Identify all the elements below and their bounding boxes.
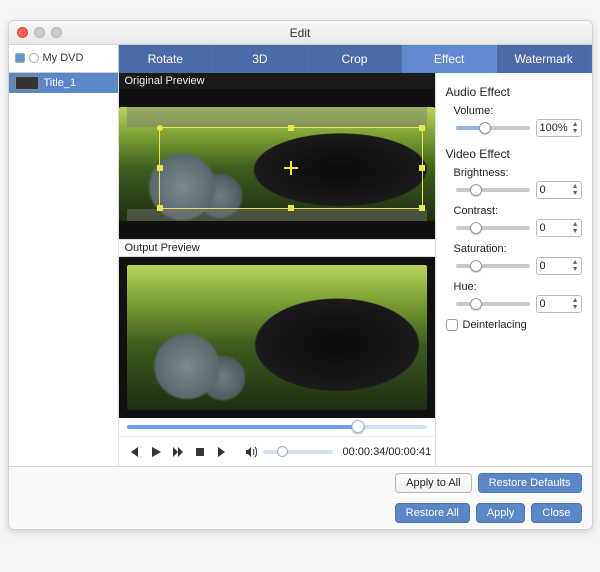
title-sidebar: Title_1 [9,73,119,466]
disc-label: My DVD [43,52,84,64]
contrast-spin[interactable]: 0▲▼ [536,219,582,237]
tab-3d[interactable]: 3D [213,45,308,73]
tab-effect[interactable]: Effect [402,45,497,73]
stop-button[interactable] [193,445,207,459]
effects-panel: Audio Effect Volume: 100%▲▼ Video Effect… [435,73,592,466]
edit-window: Edit My DVD Rotate 3D Crop Effect Waterm… [8,20,593,530]
volume-label: Volume: [454,105,582,117]
restore-defaults-button[interactable]: Restore Defaults [478,473,582,493]
disc-selector[interactable]: My DVD [9,44,119,73]
hue-slider[interactable] [456,302,530,306]
minimize-window-icon [34,27,45,38]
saturation-spin[interactable]: 0▲▼ [536,257,582,275]
radio-icon [29,53,39,63]
tab-rotate[interactable]: Rotate [119,45,214,73]
seek-slider[interactable] [127,425,427,429]
apply-to-all-button[interactable]: Apply to All [395,473,471,493]
brightness-slider[interactable] [456,188,530,192]
preview-column: Original Preview Output Preview [119,73,435,466]
close-window-icon[interactable] [17,27,28,38]
tab-bar: My DVD Rotate 3D Crop Effect Watermark [9,45,592,73]
window-title: Edit [9,26,592,40]
apply-button[interactable]: Apply [476,503,526,523]
saturation-slider[interactable] [456,264,530,268]
title-thumbnail-icon [15,76,39,90]
play-button[interactable] [149,445,163,459]
close-button[interactable]: Close [531,503,581,523]
deinterlacing-label: Deinterlacing [463,319,527,331]
playback-controls: 00:00:34/00:00:41 [119,436,435,466]
tab-watermark[interactable]: Watermark [497,45,592,73]
volume-thumb-icon[interactable] [277,446,288,457]
volume-icon[interactable] [245,445,259,459]
contrast-label: Contrast: [454,205,582,217]
zoom-window-icon [51,27,62,38]
sidebar-item-label: Title_1 [44,77,77,89]
original-preview[interactable] [119,89,435,239]
output-preview-label: Output Preview [119,239,435,257]
restore-all-button[interactable]: Restore All [395,503,470,523]
deinterlacing-row[interactable]: Deinterlacing [446,319,582,331]
seek-thumb-icon[interactable] [351,420,364,433]
sidebar-item-title[interactable]: Title_1 [9,73,118,93]
output-preview [119,257,435,418]
contrast-slider[interactable] [456,226,530,230]
titlebar: Edit [9,21,592,45]
audio-effect-section: Audio Effect [446,85,582,99]
footer: Apply to All Restore Defaults Restore Al… [9,466,592,529]
audio-volume-spin[interactable]: 100%▲▼ [536,119,582,137]
tab-crop[interactable]: Crop [308,45,403,73]
volume-slider[interactable] [263,450,333,454]
checkbox-icon [15,53,25,63]
time-display: 00:00:34/00:00:41 [343,446,432,458]
hue-spin[interactable]: 0▲▼ [536,295,582,313]
audio-volume-slider[interactable] [456,126,530,130]
hue-label: Hue: [454,281,582,293]
brightness-spin[interactable]: 0▲▼ [536,181,582,199]
deinterlacing-checkbox[interactable] [446,319,458,331]
original-preview-label: Original Preview [119,73,435,89]
brightness-label: Brightness: [454,167,582,179]
video-effect-section: Video Effect [446,147,582,161]
saturation-label: Saturation: [454,243,582,255]
prev-button[interactable] [127,445,141,459]
progress-bar-row [119,418,435,436]
fast-forward-button[interactable] [171,445,185,459]
next-button[interactable] [215,445,229,459]
